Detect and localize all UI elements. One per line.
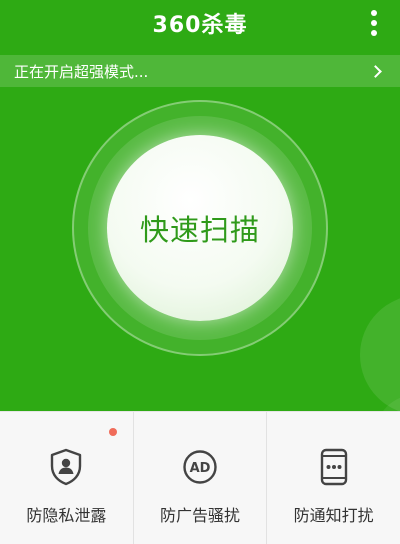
chevron-right-icon — [369, 64, 382, 78]
phone-notification-icon — [315, 448, 353, 486]
notification-block-label: 防通知打扰 — [293, 506, 374, 525]
quick-scan-label: 快速扫描 — [139, 213, 260, 247]
notification-block-button[interactable]: 防通知打扰 — [266, 412, 400, 544]
notification-dot — [109, 428, 117, 436]
mode-status-banner[interactable]: 正在开启超强模式... — [0, 55, 400, 87]
app-screen: 360杀毒 正在开启超强模式... 快速扫描 防隐私泄露 AD 防广告骚扰 防通… — [0, 0, 400, 544]
ad-block-icon: AD — [181, 448, 219, 486]
app-title: 360杀毒 — [152, 12, 248, 38]
app-header: 360杀毒 — [0, 0, 400, 45]
shield-user-icon — [47, 448, 85, 486]
banner-text: 正在开启超强模式... — [14, 62, 149, 81]
ad-block-button[interactable]: AD 防广告骚扰 — [132, 412, 267, 544]
decorative-bubble — [360, 295, 400, 415]
tools-bar: 防隐私泄露 AD 防广告骚扰 防通知打扰 — [0, 411, 400, 544]
privacy-protection-button[interactable]: 防隐私泄露 — [0, 412, 133, 544]
privacy-protection-label: 防隐私泄露 — [26, 506, 107, 525]
svg-text:AD: AD — [190, 461, 211, 476]
ad-block-label: 防广告骚扰 — [160, 506, 241, 525]
quick-scan-button[interactable]: 快速扫描 — [107, 135, 293, 321]
more-vertical-icon[interactable] — [368, 10, 380, 36]
